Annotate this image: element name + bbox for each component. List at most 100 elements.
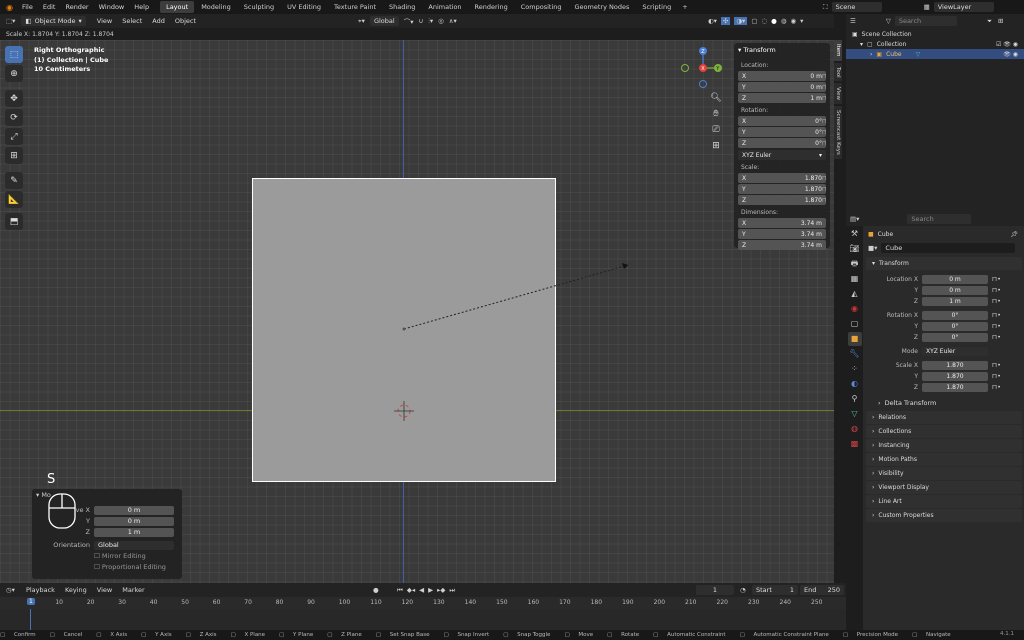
collection-tab-icon[interactable]: ▢	[848, 317, 862, 331]
menu-object[interactable]: Object	[175, 17, 196, 25]
panel-instancing[interactable]: › Instancing	[866, 439, 1022, 452]
keyframe-dot-icon[interactable]: •	[997, 275, 1001, 283]
jump-end-icon[interactable]: ⏭	[449, 586, 455, 595]
frame-ruler[interactable]: 1 10 20 30 40 50 60 70 80 90 100 110 120 130 140 150 160…	[0, 597, 846, 609]
pan-hand-icon[interactable]: ✋︎	[709, 107, 723, 121]
rotation-y-field[interactable]: Y 0° ⊓	[738, 127, 827, 137]
panel-line-art[interactable]: › Line Art	[866, 495, 1022, 508]
menu-file[interactable]: File	[22, 3, 33, 11]
current-frame-field[interactable]: 1	[696, 585, 734, 595]
location-x-field[interactable]: X 0 m ⊓	[738, 71, 827, 81]
blender-logo-icon[interactable]: ◉	[6, 3, 13, 12]
cursor-tool[interactable]: ⊕	[5, 65, 23, 82]
move-tool[interactable]: ✥	[5, 90, 23, 107]
rendered-icon[interactable]: ◉	[791, 17, 797, 25]
view-layer-tab-icon[interactable]: ▦	[848, 272, 862, 286]
sidebar-tab-view[interactable]: View	[834, 83, 842, 105]
menu-edit[interactable]: Edit	[43, 3, 56, 11]
transform-header[interactable]: ▾ Transform	[738, 46, 826, 54]
snap-target-icon[interactable]: ⫶▾	[428, 17, 433, 26]
viewlayer-selector[interactable]: ViewLayer	[933, 2, 994, 12]
gizmo-icon[interactable]: ✣	[720, 17, 731, 25]
magnet-icon[interactable]: ∪	[418, 17, 423, 25]
data-tab-icon[interactable]: ▽	[848, 407, 862, 421]
keyframe-dot-icon[interactable]: •	[997, 333, 1001, 341]
rotate-tool[interactable]: ⟳	[5, 109, 23, 126]
record-icon[interactable]: ●	[373, 586, 379, 594]
lock-icon[interactable]: ⊓	[822, 197, 827, 204]
3d-cursor-icon[interactable]	[394, 401, 414, 421]
field-value[interactable]: 1 m	[922, 296, 988, 306]
menu-help[interactable]: Help	[134, 3, 149, 11]
tool-tab-icon[interactable]: ⚒	[848, 227, 862, 241]
rotation-mode-dropdown[interactable]: XYZ Euler ▾	[738, 150, 826, 160]
location-y-field[interactable]: Y 0 m ⊓	[738, 82, 827, 92]
rotation-mode-select[interactable]: XYZ Euler	[922, 346, 988, 356]
keyframe-dot-icon[interactable]: •	[997, 361, 1001, 369]
xray-icon[interactable]: ▢	[751, 17, 757, 25]
field-value[interactable]: 0°	[922, 321, 988, 331]
lock-icon[interactable]: ⊓	[822, 118, 827, 125]
navigation-gizmo[interactable]: Z Y X	[680, 46, 730, 96]
scale-x-field[interactable]: X 1.870 ⊓	[738, 173, 827, 183]
particles-tab-icon[interactable]: ⁘	[848, 362, 862, 376]
ortho-grid-icon[interactable]: ⊞	[709, 139, 723, 153]
add-workspace-icon[interactable]: +	[682, 3, 687, 11]
measure-tool[interactable]: 📐	[5, 191, 23, 208]
output-tab-icon[interactable]: 🖶︎	[848, 257, 862, 271]
rotation-z-field[interactable]: Z 0° ⊓	[738, 138, 827, 148]
scene-collection-row[interactable]: ▣ Scene Collection	[846, 29, 1024, 39]
orientation-selector[interactable]: Global	[369, 16, 399, 26]
keyframe-area[interactable]	[0, 609, 846, 630]
field-value[interactable]: 0 m	[94, 516, 174, 526]
panel-relations[interactable]: › Relations	[866, 411, 1022, 424]
keyframe-dot-icon[interactable]: •	[997, 286, 1001, 294]
object-type-icon[interactable]: ■▾	[868, 244, 877, 252]
next-key-icon[interactable]: ▸◆	[437, 586, 445, 595]
editor-type-icon[interactable]: ⬚▾	[6, 17, 15, 25]
collection-row[interactable]: ▾ ▢ Collection ☑ 👁 ◉	[846, 39, 1024, 49]
add-cube-tool[interactable]: ⬒	[5, 213, 23, 230]
transform-pivot-icon[interactable]: ⌖▾	[358, 17, 365, 26]
delta-transform-subpanel[interactable]: › Delta Transform	[864, 397, 1024, 409]
dims-x-field[interactable]: X 3.74 m	[738, 218, 826, 228]
cube-visibility-icons[interactable]: 👁 ◉	[1003, 51, 1018, 58]
prev-key-icon[interactable]: ◆◂	[407, 586, 415, 595]
scene-selector[interactable]: Scene	[831, 2, 882, 12]
scene-icon[interactable]: ⛶	[823, 3, 828, 12]
annotate-tool[interactable]: ✎	[5, 172, 23, 189]
panel-custom-properties[interactable]: › Custom Properties	[866, 509, 1022, 522]
render-tab-icon[interactable]: 📷︎	[848, 242, 862, 256]
field-value[interactable]: 0°	[922, 332, 988, 342]
panel-viewport-display[interactable]: › Viewport Display	[866, 481, 1022, 494]
panel-visibility[interactable]: › Visibility	[866, 467, 1022, 480]
panel-collections[interactable]: › Collections	[866, 425, 1022, 438]
viewlayer-icon[interactable]: ▦	[924, 3, 930, 11]
falloff-icon[interactable]: ∧▾	[449, 17, 457, 25]
sidebar-tab-tool[interactable]: Tool	[834, 62, 842, 82]
location-z-field[interactable]: Z 1 m ⊓	[738, 93, 827, 103]
timeline-menu-keying[interactable]: Keying	[65, 586, 87, 594]
lock-icon[interactable]: ⊓	[822, 129, 827, 136]
menu-window[interactable]: Window	[99, 3, 125, 11]
proportional-icon[interactable]: ◎	[438, 17, 444, 25]
keyframe-dot-icon[interactable]: •	[997, 311, 1001, 319]
tab-layout[interactable]: Layout	[160, 1, 195, 13]
outliner-search[interactable]: Search	[894, 16, 957, 26]
lock-icon[interactable]: ⊓	[822, 84, 827, 91]
visibility-icon[interactable]: ◐▾	[708, 17, 717, 25]
collection-visibility-icons[interactable]: ☑ 👁 ◉	[996, 41, 1018, 48]
dims-z-field[interactable]: Z 3.74 m	[738, 240, 826, 250]
mirror-editing-checkbox[interactable]: ☐ Mirror Editing	[94, 552, 146, 560]
tab-rendering[interactable]: Rendering	[469, 1, 514, 13]
lock-icon[interactable]: ⊓	[822, 186, 827, 193]
lock-icon[interactable]: ⊓	[822, 140, 827, 147]
tab-scripting[interactable]: Scripting	[636, 1, 677, 13]
menu-select[interactable]: Select	[122, 17, 142, 25]
sidebar-tab-item[interactable]: Item	[834, 40, 842, 61]
field-value[interactable]: 0 m	[922, 285, 988, 295]
transform-tool[interactable]: ⊞	[5, 147, 23, 164]
menu-view[interactable]: View	[97, 17, 112, 25]
outliner-editor-icon[interactable]: ☰	[850, 17, 856, 25]
properties-editor-icon[interactable]: ▤▾	[850, 215, 859, 223]
